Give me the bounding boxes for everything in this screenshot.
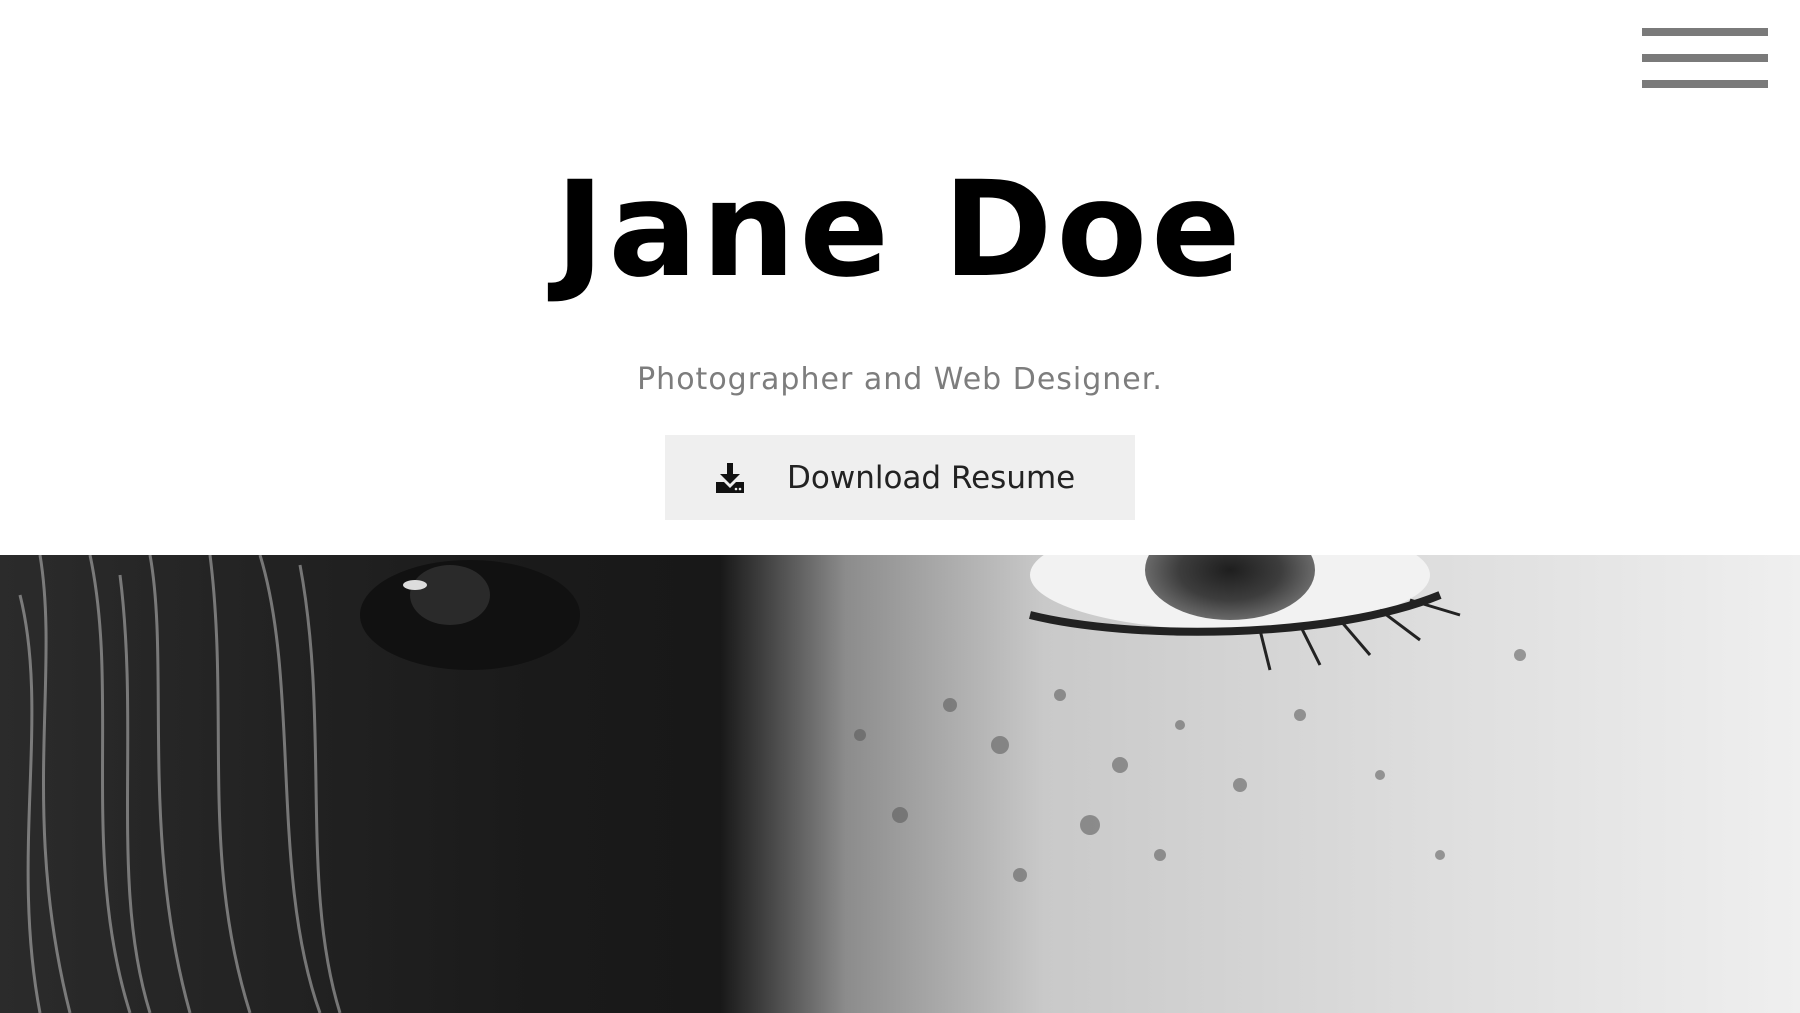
portrait-image bbox=[0, 555, 1800, 1013]
page-title: Jane Doe bbox=[555, 153, 1245, 307]
hero-photo bbox=[0, 555, 1800, 1013]
download-resume-label: Download Resume bbox=[787, 459, 1076, 496]
hero-section: Jane Doe Photographer and Web Designer. … bbox=[0, 0, 1800, 555]
download-resume-button[interactable]: Download Resume bbox=[665, 435, 1135, 520]
hero-tagline: Photographer and Web Designer. bbox=[637, 362, 1163, 397]
page: Jane Doe Photographer and Web Designer. … bbox=[0, 0, 1800, 1013]
download-icon bbox=[714, 462, 746, 494]
